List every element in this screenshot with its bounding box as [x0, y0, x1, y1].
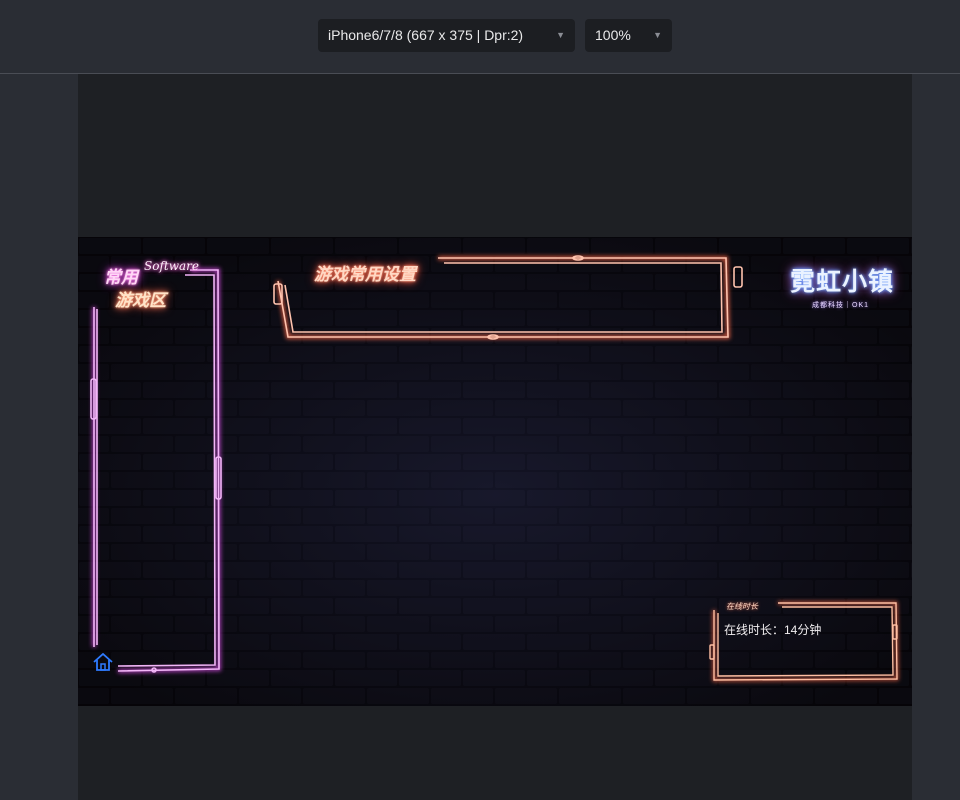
side-panel-title-line2: 游戏区 [115, 291, 166, 310]
home-icon[interactable] [93, 653, 113, 671]
logo-subtitle: 成都科技｜OK1 [812, 302, 870, 309]
zoom-select[interactable]: 100% ▼ [585, 19, 672, 52]
logo-text: 霓虹小镇 [790, 268, 895, 296]
device-select[interactable]: iPhone6/7/8 (667 x 375 | Dpr:2) ▼ [318, 19, 575, 52]
zoom-select-label: 100% [595, 27, 631, 43]
caret-down-icon: ▼ [653, 30, 662, 40]
game-screen: Software 常用 游戏区 游戏常用设置 霓虹小镇 成都科技｜OK1 在线时… [78, 237, 912, 706]
device-select-label: iPhone6/7/8 (667 x 375 | Dpr:2) [328, 27, 524, 43]
side-panel-title-line1: 常用 [104, 268, 138, 287]
online-panel-tag: 在线时长 [726, 602, 758, 611]
online-time-text: 在线时长：14分钟 [724, 623, 822, 637]
settings-panel-title: 游戏常用设置 [314, 265, 416, 284]
caret-down-icon: ▼ [556, 30, 565, 40]
side-panel-script-word: Software [144, 259, 199, 273]
neon-town-logo: 霓虹小镇 成都科技｜OK1 [790, 262, 900, 314]
device-toolbar: iPhone6/7/8 (667 x 375 | Dpr:2) ▼ 100% ▼ [0, 0, 960, 74]
